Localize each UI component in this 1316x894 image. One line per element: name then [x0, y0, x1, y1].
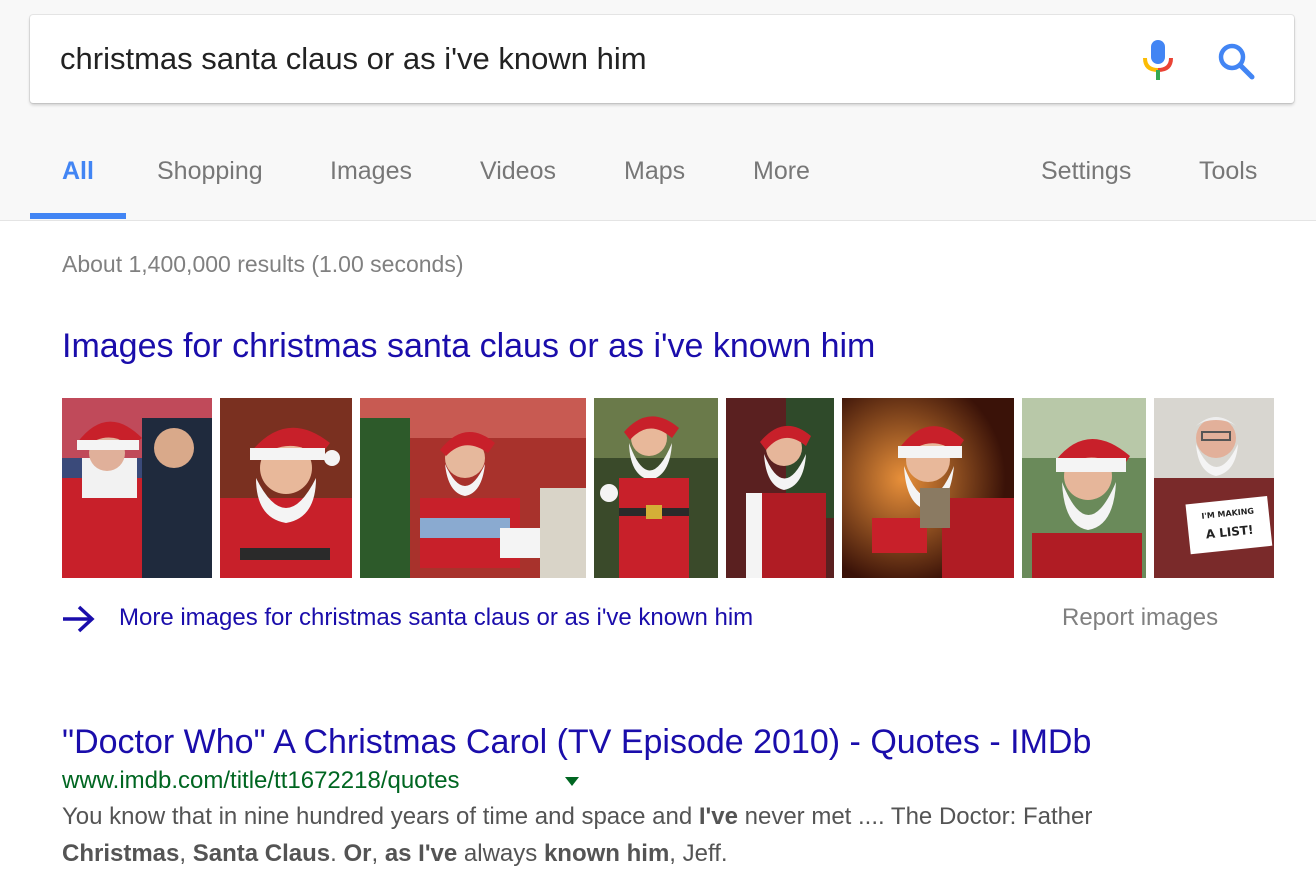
- arrow-right-icon[interactable]: [60, 604, 96, 634]
- image-thumbnail-5[interactable]: [726, 398, 834, 578]
- snippet-bold-text: I've: [698, 803, 738, 830]
- tab-images[interactable]: Images: [330, 157, 412, 186]
- tab-settings[interactable]: Settings: [1041, 157, 1131, 186]
- microphone-icon[interactable]: [1140, 39, 1176, 81]
- snippet-text: You know that in nine hundred years of t…: [62, 803, 699, 830]
- snippet-text: .: [330, 840, 344, 867]
- snippet-text: , Jeff.: [669, 840, 728, 867]
- result-url: www.imdb.com/title/tt1672218/quotes: [62, 767, 460, 794]
- tab-videos[interactable]: Videos: [480, 157, 556, 186]
- search-input[interactable]: [60, 35, 1110, 83]
- image-thumbnail-4[interactable]: [594, 398, 718, 578]
- tab-shopping[interactable]: Shopping: [157, 157, 263, 186]
- result-title-link[interactable]: "Doctor Who" A Christmas Carol (TV Episo…: [62, 723, 1091, 762]
- snippet-text: ,: [179, 840, 193, 867]
- snippet-bold-text: Santa Claus: [192, 840, 331, 867]
- snippet-bold-text: known him: [543, 840, 670, 867]
- tab-tools[interactable]: Tools: [1199, 157, 1257, 186]
- search-box: [30, 15, 1294, 103]
- image-thumbnail-3[interactable]: [360, 398, 586, 578]
- snippet-text: always: [457, 840, 544, 867]
- report-images-link[interactable]: Report images: [1062, 604, 1218, 632]
- result-stats: About 1,400,000 results (1.00 seconds): [62, 251, 464, 277]
- search-icon[interactable]: [1216, 41, 1256, 81]
- image-thumbnail-2[interactable]: [220, 398, 352, 578]
- snippet-bold-text: Christmas: [62, 840, 180, 867]
- image-thumbnail-1[interactable]: [62, 398, 212, 578]
- image-thumbnail-7[interactable]: [1022, 398, 1146, 578]
- snippet-text: ,: [371, 840, 385, 867]
- image-thumbnail-6[interactable]: [842, 398, 1014, 578]
- active-tab-indicator: [30, 213, 126, 219]
- images-heading-link[interactable]: Images for christmas santa claus or as i…: [62, 327, 875, 366]
- caret-down-icon[interactable]: [565, 777, 579, 786]
- more-images-link[interactable]: More images for christmas santa claus or…: [119, 604, 753, 632]
- image-thumbnail-8[interactable]: I'M MAKING A LIST!: [1154, 398, 1274, 578]
- snippet-bold-text: as I've: [384, 840, 458, 867]
- tab-all[interactable]: All: [62, 157, 94, 186]
- snippet-text: never met .... The Doctor: Father: [737, 803, 1093, 830]
- result-snippet-line-1: You know that in nine hundred years of t…: [62, 803, 1092, 831]
- tab-more[interactable]: More: [753, 157, 810, 186]
- snippet-bold-text: Or: [343, 840, 372, 867]
- result-snippet-line-2: Christmas, Santa Claus. Or, as I've alwa…: [62, 840, 728, 868]
- tab-maps[interactable]: Maps: [624, 157, 685, 186]
